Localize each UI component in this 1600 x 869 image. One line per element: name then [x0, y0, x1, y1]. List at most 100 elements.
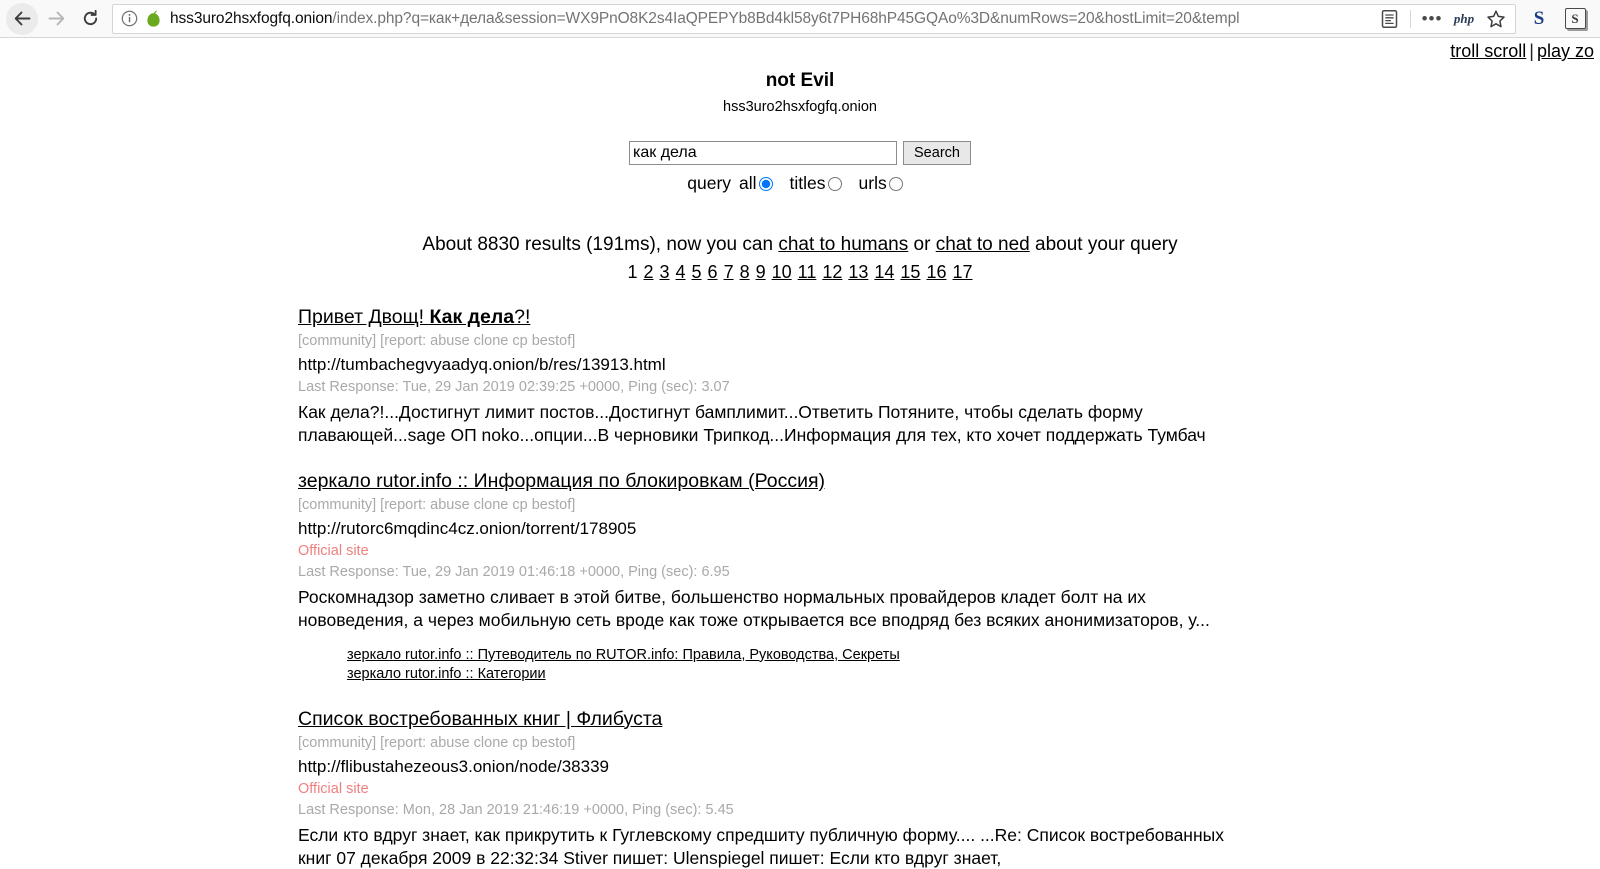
official-site-badge: Official site [298, 543, 369, 560]
stats-prefix: About 8830 results (191ms), now you can [422, 233, 779, 255]
result-url[interactable]: http://tumbachegvyaadyq.onion/b/res/1391… [298, 354, 1580, 376]
php-indicator-button[interactable]: php [1449, 5, 1479, 33]
result-tags[interactable]: [community] [report: abuse clone cp best… [298, 734, 1580, 753]
play-zone-link[interactable]: play zo [1537, 41, 1594, 61]
scope-radio-titles[interactable] [827, 177, 842, 192]
letter-s-icon: S [1533, 7, 1545, 29]
navigation-buttons [0, 2, 106, 35]
result-url[interactable]: http://rutorc6mqdinc4cz.onion/torrent/17… [298, 518, 1580, 540]
result-title-text: Привет Двощ! [298, 305, 430, 328]
address-bar[interactable]: hss3uro2hsxfogfq.onion/index.php?q=как+д… [112, 3, 1516, 34]
search-result: зеркало rutor.info :: Информация по блок… [298, 469, 1580, 685]
forward-button[interactable] [40, 3, 72, 35]
result-title-highlight: Как дела [429, 305, 515, 328]
results-stats: About 8830 results (191ms), now you can … [0, 234, 1600, 256]
result-title-text-tail: ?! [514, 305, 531, 328]
result-title-link[interactable]: зеркало rutor.info :: Информация по блок… [298, 469, 825, 493]
result-title-link[interactable]: Привет Двощ! Как дела?! [298, 305, 530, 329]
search-button[interactable]: Search [903, 140, 971, 165]
pagination-page-10[interactable]: 10 [769, 262, 795, 282]
chat-to-humans-link[interactable]: chat to humans [778, 234, 908, 255]
result-title-link[interactable]: Список востребованных книг | Флибуста [298, 707, 662, 731]
page-actions-menu-button[interactable]: ••• [1417, 5, 1447, 33]
stats-suffix: about your query [1029, 233, 1178, 255]
pagination-page-9[interactable]: 9 [753, 262, 769, 282]
scope-option-urls: urls [859, 173, 913, 194]
top-right-links: troll scroll | play zo [1450, 41, 1594, 62]
reload-button[interactable] [74, 3, 106, 35]
pagination-links: 2 3 4 5 6 7 8 9 10 11 12 13 14 15 16 17 [640, 262, 975, 282]
browser-toolbar: hss3uro2hsxfogfq.onion/index.php?q=как+д… [0, 0, 1600, 38]
url-host: hss3uro2hsxfogfq.onion [170, 9, 333, 27]
search-input[interactable] [629, 140, 898, 165]
extension-s-button[interactable]: S [1524, 5, 1554, 33]
reader-mode-button[interactable] [1374, 5, 1404, 33]
scope-label-all: all [739, 172, 757, 193]
pagination-page-14[interactable]: 14 [871, 262, 897, 282]
search-result: Список востребованных книг | Флибуста [co… [298, 707, 1580, 869]
url-fade-overlay [1300, 7, 1370, 30]
search-row: Search [629, 140, 971, 165]
pagination-page-7[interactable]: 7 [721, 262, 737, 282]
onion-icon [147, 10, 160, 27]
url-path: /index.php?q=как+дела&session=WX9PnO8K2s… [332, 9, 1240, 27]
result-meta: Last Response: Tue, 29 Jan 2019 02:39:25… [298, 379, 730, 396]
link-separator: | [1529, 41, 1534, 61]
search-scope-options: query all titles urls [0, 173, 1600, 194]
url-text-container[interactable]: hss3uro2hsxfogfq.onion/index.php?q=как+д… [170, 7, 1370, 30]
pagination-page-12[interactable]: 12 [819, 262, 845, 282]
query-label: query [687, 172, 732, 193]
stats-middle: or [908, 233, 936, 255]
reader-mode-icon [1381, 9, 1397, 28]
result-sublink[interactable]: зеркало rutor.info :: Путеводитель по RU… [347, 646, 1580, 666]
pagination-page-3[interactable]: 3 [657, 262, 673, 282]
page-content: troll scroll | play zo not Evil hss3uro2hs… [0, 38, 1600, 869]
boxed-s-icon: S [1564, 8, 1586, 29]
result-snippet: Если кто вдруг знает, как прикрутить к Г… [298, 824, 1224, 868]
search-result: Привет Двощ! Как дела?! [community] [repo… [298, 305, 1580, 447]
result-url[interactable]: http://flibustahezeous3.onion/node/38339 [298, 756, 1580, 778]
scope-label-titles: titles [789, 172, 826, 193]
back-arrow-icon [14, 11, 30, 26]
pagination-page-17[interactable]: 17 [949, 262, 975, 282]
pagination-page-13[interactable]: 13 [845, 262, 871, 282]
result-tags[interactable]: [community] [report: abuse clone cp best… [298, 496, 1580, 515]
pagination-page-4[interactable]: 4 [673, 262, 689, 282]
scope-label-urls: urls [858, 172, 887, 193]
pagination-page-11[interactable]: 11 [795, 262, 820, 282]
result-snippet: Как дела?!...Достигнут лимит постов...До… [298, 401, 1206, 445]
result-snippet: Роскомнадзор заметно сливает в этой битв… [298, 586, 1210, 630]
pagination-page-16[interactable]: 16 [923, 262, 949, 282]
results-list: Привет Двощ! Как дела?! [community] [repo… [0, 305, 1600, 869]
result-meta: Last Response: Tue, 29 Jan 2019 01:46:18… [298, 563, 730, 580]
result-sublinks: зеркало rutor.info :: Путеводитель по RU… [298, 646, 1580, 685]
pagination-page-5[interactable]: 5 [689, 262, 705, 282]
chat-to-ned-link[interactable]: chat to ned [936, 234, 1030, 255]
pagination-page-8[interactable]: 8 [737, 262, 753, 282]
star-icon [1487, 9, 1505, 27]
php-icon: php [1453, 10, 1475, 26]
extension-sbox-button[interactable]: S [1560, 5, 1590, 33]
scope-radio-urls[interactable] [888, 177, 903, 192]
result-sublink[interactable]: зеркало rutor.info :: Категории [347, 665, 1580, 685]
ellipsis-icon: ••• [1421, 8, 1443, 28]
result-meta: Last Response: Mon, 28 Jan 2019 21:46:19… [298, 801, 734, 818]
site-header: not Evil hss3uro2hsxfogfq.onion [0, 38, 1600, 115]
toolbar-divider [1410, 9, 1411, 28]
pagination-page-2[interactable]: 2 [640, 262, 656, 282]
pagination-page-15[interactable]: 15 [897, 262, 923, 282]
site-identity [121, 9, 170, 28]
scope-option-all: all [739, 173, 783, 194]
result-tags[interactable]: [community] [report: abuse clone cp best… [298, 332, 1580, 351]
troll-scroll-link[interactable]: troll scroll [1450, 41, 1526, 61]
scope-radio-all[interactable] [758, 177, 773, 192]
extension-icons: S S [1524, 5, 1600, 33]
bookmark-button[interactable] [1481, 5, 1511, 33]
address-bar-actions: ••• php [1370, 5, 1511, 33]
site-onion-address: hss3uro2hsxfogfq.onion [723, 98, 877, 115]
official-site-badge: Official site [298, 781, 369, 798]
url-text: hss3uro2hsxfogfq.onion/index.php?q=как+д… [170, 9, 1240, 28]
info-icon[interactable] [121, 10, 138, 27]
back-button[interactable] [6, 2, 38, 35]
pagination-page-6[interactable]: 6 [705, 262, 721, 282]
